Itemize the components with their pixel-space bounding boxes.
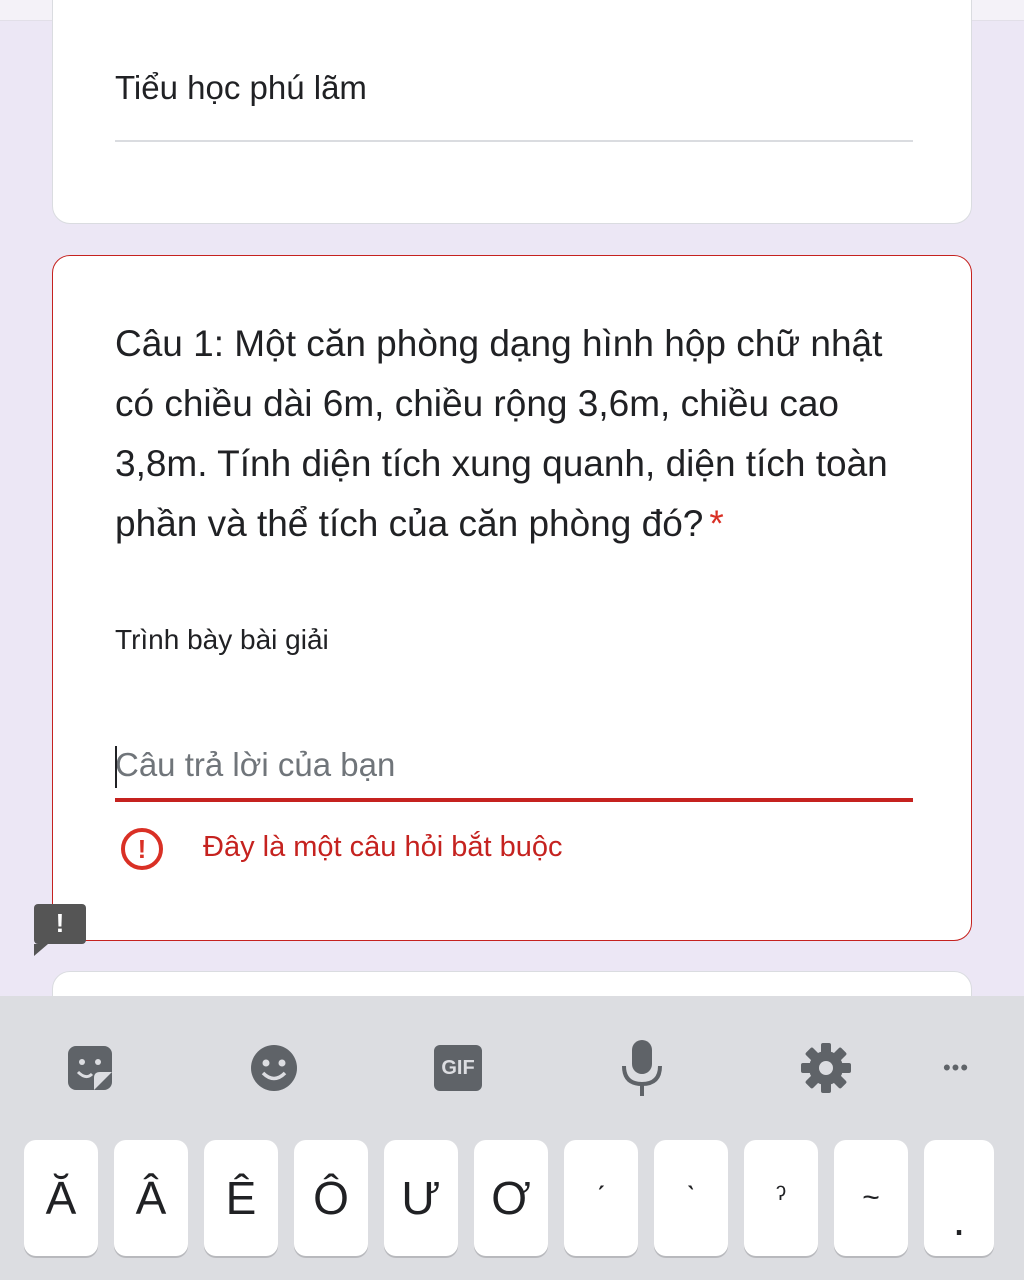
key-acute-accent[interactable]: ˊ	[564, 1140, 638, 1256]
school-answer-underline	[115, 140, 913, 142]
key-grave-accent[interactable]: ˋ	[654, 1140, 728, 1256]
report-feedback-icon[interactable]: !	[34, 904, 86, 956]
key-dot-below[interactable]: .	[924, 1140, 994, 1256]
error-icon: !	[121, 828, 163, 870]
gif-label: GIF	[434, 1045, 482, 1091]
text-cursor	[115, 746, 117, 788]
question-help-text: Trình bày bài giải	[115, 624, 329, 655]
key-a-breve[interactable]: Ă	[24, 1140, 98, 1256]
question-text: Câu 1: Một căn phòng dạng hình hộp chữ n…	[115, 323, 888, 544]
key-hook-accent[interactable]: ˀ	[744, 1140, 818, 1256]
onscreen-keyboard: GIF ••• Ă Â Ê Ô Ư Ơ ˊ ˋ ˀ ~ .	[0, 996, 1024, 1280]
key-o-circumflex[interactable]: Ô	[294, 1140, 368, 1256]
question-1-card: Câu 1: Một căn phòng dạng hình hộp chữ n…	[52, 255, 972, 941]
answer-placeholder: Câu trả lời của bạn	[115, 746, 396, 783]
school-answer-text[interactable]: Tiểu học phú lãm	[115, 69, 367, 107]
microphone-icon[interactable]	[612, 1038, 672, 1098]
answer-input[interactable]: Câu trả lời của bạn	[115, 746, 913, 798]
more-icon[interactable]: •••	[926, 1038, 986, 1098]
question-title: Câu 1: Một căn phòng dạng hình hộp chữ n…	[115, 314, 905, 554]
emoji-icon[interactable]	[244, 1038, 304, 1098]
answer-underline-error	[115, 798, 913, 802]
key-o-horn[interactable]: Ơ	[474, 1140, 548, 1256]
settings-icon[interactable]	[796, 1038, 856, 1098]
error-message: Đây là một câu hỏi bắt buộc	[203, 831, 563, 863]
key-tilde[interactable]: ~	[834, 1140, 908, 1256]
key-e-circumflex[interactable]: Ê	[204, 1140, 278, 1256]
key-u-horn[interactable]: Ư	[384, 1140, 458, 1256]
key-a-circumflex[interactable]: Â	[114, 1140, 188, 1256]
gif-icon[interactable]: GIF	[428, 1038, 488, 1098]
required-asterisk: *	[709, 503, 724, 544]
sticker-icon[interactable]	[60, 1038, 120, 1098]
school-question-card: Tiểu học phú lãm	[52, 0, 972, 224]
